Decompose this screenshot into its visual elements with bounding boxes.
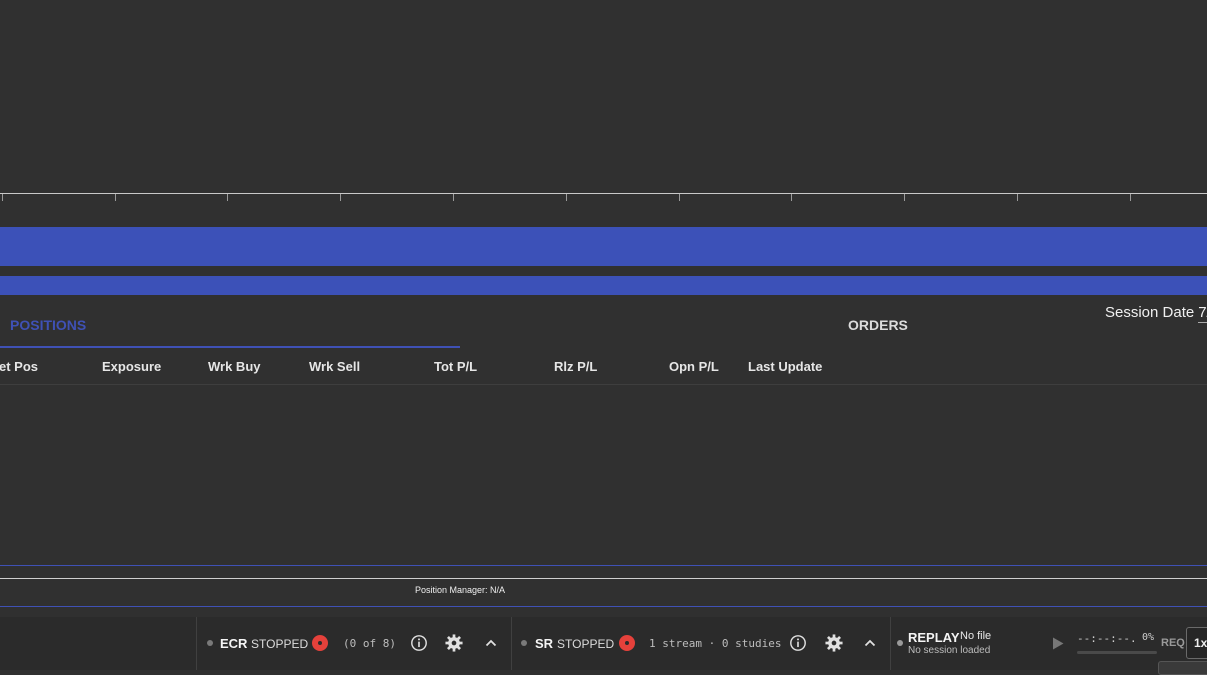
axis-tick <box>1017 194 1018 201</box>
sr-gear-icon[interactable] <box>825 634 843 652</box>
axis-tick <box>679 194 680 201</box>
replay-label: REPLAY <box>908 630 960 645</box>
ecr-record-button[interactable] <box>312 635 328 651</box>
sr-label: SR <box>535 636 554 651</box>
replay-status-dot <box>897 640 903 646</box>
divider <box>0 606 1207 607</box>
column-exposure[interactable]: Exposure <box>102 359 161 374</box>
footer-separator <box>196 617 197 670</box>
replay-progress-bar[interactable] <box>1077 651 1157 654</box>
ecr-status-dot <box>207 640 213 646</box>
column-last-update[interactable]: Last Update <box>748 359 822 374</box>
req-label: REQ <box>1161 637 1185 649</box>
axis-tick <box>340 194 341 201</box>
axis-tick <box>115 194 116 201</box>
sr-info-icon[interactable] <box>789 634 807 652</box>
ecr-expand-chevron-up-icon[interactable] <box>485 637 497 649</box>
tab-positions[interactable]: POSITIONS <box>10 317 86 333</box>
axis-tick <box>566 194 567 201</box>
status-footer: ECR STOPPED (0 of 8) SR STOPPED 1 stream… <box>0 617 1207 675</box>
footer-separator <box>890 617 891 670</box>
position-manager-status: Position Manager: N/A <box>415 585 506 595</box>
ecr-info-icon[interactable] <box>410 634 428 652</box>
footer-separator <box>511 617 512 670</box>
session-date-input[interactable]: 7/ <box>1198 304 1207 323</box>
play-icon[interactable] <box>1052 637 1064 650</box>
time-axis <box>0 193 1207 194</box>
ecr-gear-icon[interactable] <box>445 634 463 652</box>
tab-orders[interactable]: ORDERS <box>848 317 908 333</box>
tab-positions-indicator <box>0 346 460 348</box>
ecr-count: (0 of 8) <box>343 637 396 650</box>
column-wrk-sell[interactable]: Wrk Sell <box>309 359 360 374</box>
timeline-bar[interactable] <box>0 227 1207 266</box>
tooltip-fragment <box>1158 661 1207 675</box>
timeline-scroll-bar[interactable] <box>0 276 1207 295</box>
speed-value: 1x <box>1194 636 1207 650</box>
ecr-status: STOPPED <box>251 637 309 651</box>
replay-session-status: No session loaded <box>908 645 991 656</box>
axis-tick <box>904 194 905 201</box>
table-header-divider <box>0 384 1207 385</box>
divider <box>0 578 1207 579</box>
chart-area[interactable] <box>0 0 1207 194</box>
sr-status-dot <box>521 640 527 646</box>
column-wrk-buy[interactable]: Wrk Buy <box>208 359 261 374</box>
replay-progress-label: 0% <box>1142 632 1155 643</box>
column-tot-pl[interactable]: Tot P/L <box>434 359 477 374</box>
sr-status: STOPPED <box>557 637 615 651</box>
divider <box>0 565 1207 566</box>
axis-tick <box>453 194 454 201</box>
axis-tick <box>791 194 792 201</box>
column-opn-pl[interactable]: Opn P/L <box>669 359 719 374</box>
column-net-pos[interactable]: et Pos <box>0 359 38 374</box>
sr-record-button[interactable] <box>619 635 635 651</box>
sr-stream-info: 1 stream · 0 studies <box>649 637 782 650</box>
column-rlz-pl[interactable]: Rlz P/L <box>554 359 597 374</box>
axis-tick <box>1130 194 1131 201</box>
session-date-label: Session Date <box>1105 304 1195 321</box>
session-date: Session Date7/ <box>1105 304 1207 323</box>
replay-time: --:--:--. <box>1077 632 1137 645</box>
replay-file: No file <box>960 630 992 642</box>
axis-tick <box>2 194 3 201</box>
sr-expand-chevron-up-icon[interactable] <box>864 637 876 649</box>
ecr-label: ECR <box>220 636 248 651</box>
speed-select[interactable]: 1x <box>1186 627 1207 659</box>
axis-tick <box>227 194 228 201</box>
